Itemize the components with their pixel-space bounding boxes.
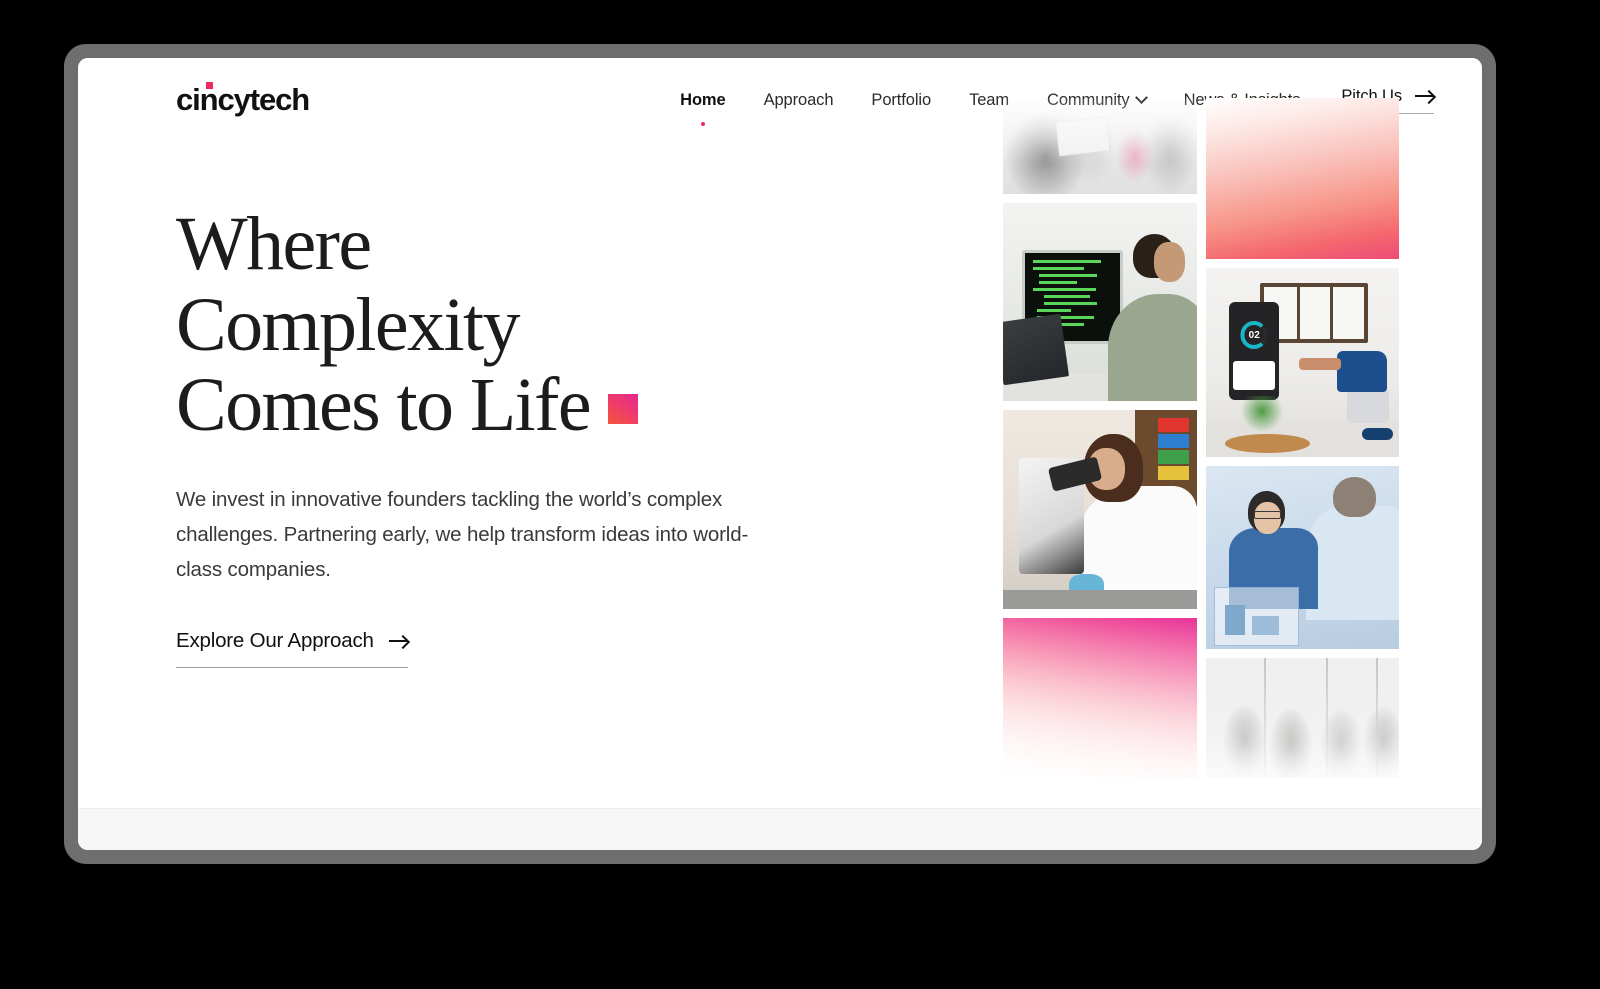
mosaic-tile-team-collaborating [1003, 98, 1197, 194]
fitness-kiosk-shape: 02 [1229, 301, 1280, 400]
headline-line-1: Where [176, 202, 372, 286]
mosaic-column-left [1003, 98, 1197, 778]
mosaic-tile-scientist [1003, 410, 1197, 610]
brand-logo[interactable]: cincytech [176, 82, 310, 118]
explore-our-approach-label: Explore Our Approach [176, 629, 374, 653]
nav-active-dot-icon [700, 121, 705, 126]
nav-item-label: Home [680, 90, 726, 109]
arrow-right-icon [1415, 95, 1434, 97]
headline-line-3: Comes to Life [176, 363, 592, 448]
arrow-right-icon [388, 640, 408, 643]
brand-logo-text: cincytech [176, 82, 310, 117]
nav-item-portfolio[interactable]: Portfolio [852, 91, 950, 110]
photo-home-fitness-trainer-screen: 02 [1206, 267, 1399, 457]
hero-section: Where Complexity Comes to Life We invest… [176, 204, 816, 669]
logo-dot-icon [206, 82, 213, 89]
photo-group-of-people-in-office [1206, 658, 1399, 778]
photo-scientist-at-microscope [1003, 410, 1197, 610]
photo-team-collaborating-with-laptop [1003, 98, 1197, 194]
gradient-accent-square-icon [608, 394, 639, 425]
explore-our-approach-button[interactable]: Explore Our Approach [176, 629, 408, 669]
mosaic-tile-coral-gradient [1206, 98, 1399, 259]
website-page: cincytech Home Approach Portfolio Team N… [78, 58, 1482, 850]
laptop-shape [1003, 313, 1070, 386]
page-footer-strip [78, 808, 1482, 850]
headline-line-2: Complexity [176, 282, 520, 367]
device-screen: cincytech Home Approach Portfolio Team N… [78, 58, 1482, 850]
mosaic-tile-developer [1003, 202, 1197, 402]
mosaic-tile-fitness: 02 [1206, 267, 1399, 457]
photo-engineers-inspecting-equipment [1206, 465, 1399, 650]
exercise-thumbnail [1233, 360, 1276, 391]
nav-item-label: Approach [763, 90, 834, 109]
mosaic-tile-group [1206, 658, 1399, 778]
person-body-shape [1107, 293, 1197, 402]
page-title: Where Complexity Comes to Life [176, 204, 816, 446]
browser-device-frame: cincytech Home Approach Portfolio Team N… [64, 44, 1496, 864]
mosaic-tile-magenta-gradient [1003, 618, 1197, 778]
mosaic-column-right: 02 [1206, 98, 1399, 778]
fitness-screen-value: 02 [1248, 329, 1260, 341]
nav-item-approach[interactable]: Approach [745, 91, 853, 110]
gradient-white-to-coral [1206, 98, 1399, 259]
hero-image-mosaic: 02 [1003, 98, 1399, 778]
gradient-magenta-to-white [1003, 618, 1197, 778]
nav-item-label: Portfolio [871, 90, 932, 109]
person-face-shape [1154, 242, 1186, 283]
photo-developer-at-monitor-with-code [1003, 202, 1197, 402]
mosaic-tile-engineers [1206, 465, 1399, 650]
headline-line-3-wrap: Comes to Life [176, 365, 816, 446]
nav-item-home[interactable]: Home [661, 90, 744, 126]
hero-subtext: We invest in innovative founders tacklin… [176, 487, 749, 582]
